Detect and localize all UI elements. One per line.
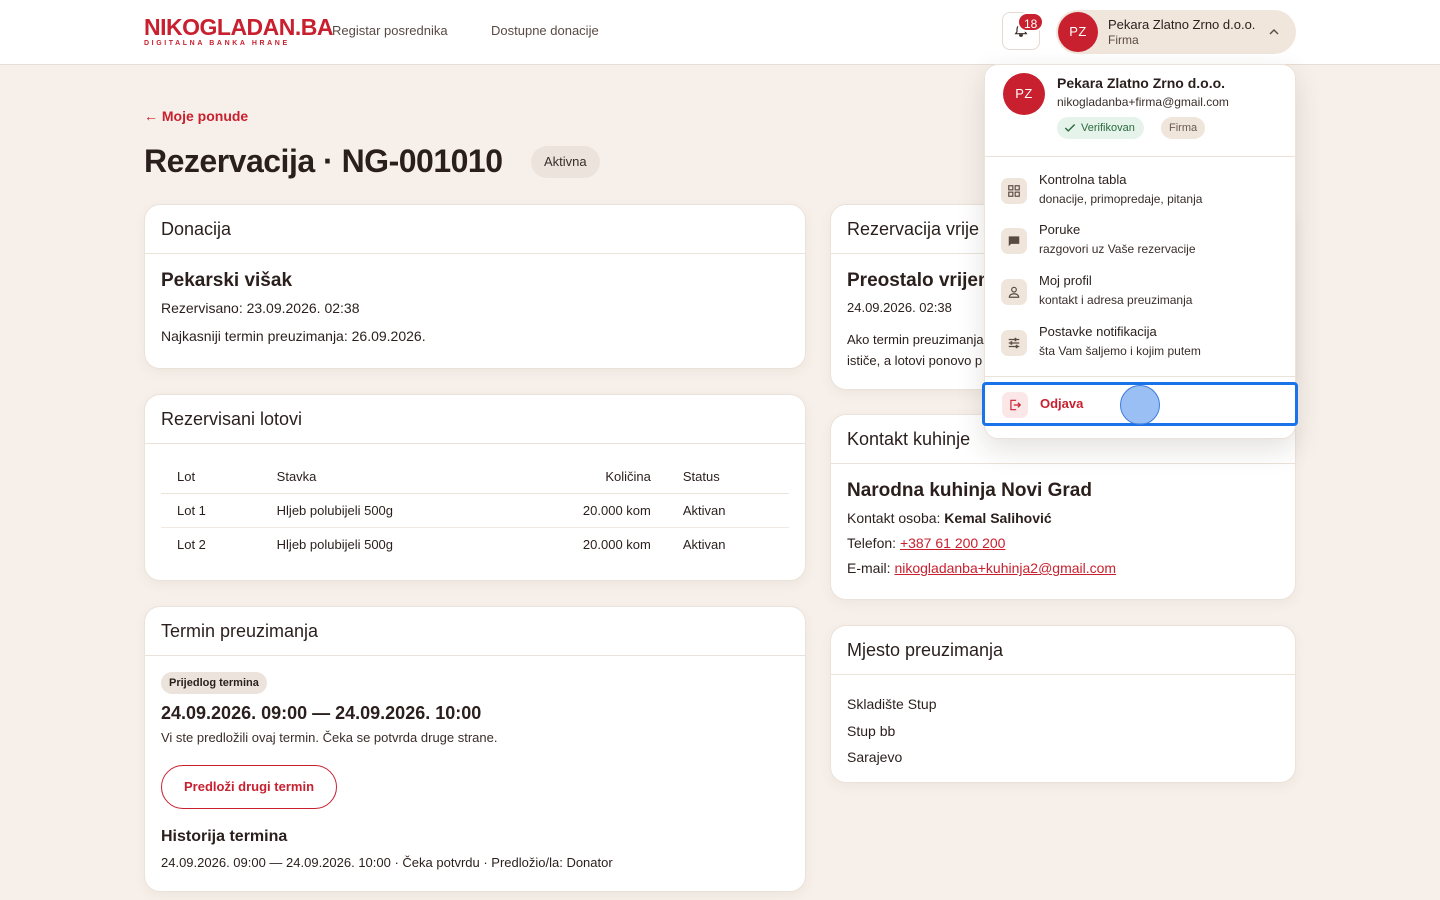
history-entry: 24.09.2026. 09:00 — 24.09.2026. 10:00 · …	[161, 855, 613, 870]
lots-card: Rezervisani lotovi Lot Stavka Količina S…	[144, 394, 806, 581]
column-header: Status	[666, 460, 789, 494]
menu-item-label: Poruke	[1039, 222, 1081, 237]
donation-card: Donacija Pekarski višak Rezervisano: 23.…	[144, 204, 806, 369]
table-row: Lot 2 Hljeb polubijeli 500g 20.000 kom A…	[161, 528, 789, 562]
user-dropdown-menu: PZ Pekara Zlatno Zrno d.o.o. nikogladanb…	[982, 64, 1298, 439]
menu-item-description: razgovori uz Vaše rezervacije	[1039, 242, 1196, 256]
user-name: Pekara Zlatno Zrno d.o.o.	[1108, 17, 1256, 32]
menu-item-messages[interactable]: Poruke razgovori uz Vaše rezervacije	[985, 216, 1295, 266]
history-title: Historija termina	[161, 828, 288, 845]
contact-person: Kontakt osoba: Kemal Salihović	[847, 510, 1279, 526]
term-time: 24.09.2026. 09:00 — 24.09.2026. 10:00	[161, 703, 482, 723]
user-role: Firma	[1108, 33, 1139, 47]
donation-name: Pekarski višak	[161, 270, 293, 291]
lot-cell: Lot 1	[161, 493, 261, 528]
menu-item-description: kontakt i adresa preuzimanja	[1039, 293, 1193, 307]
contact-label: Kontakt osoba:	[847, 510, 945, 526]
nav-link-registar[interactable]: Registar posrednika	[332, 23, 448, 38]
address-line: Sarajevo	[847, 749, 903, 765]
sliders-icon	[1001, 330, 1027, 356]
kitchen-contact-card: Kontakt kuhinje Narodna kuhinja Novi Gra…	[830, 414, 1296, 600]
email-link[interactable]: nikogladanba+kuhinja2@gmail.com	[894, 560, 1116, 576]
message-icon	[1001, 228, 1027, 254]
column-header: Lot	[161, 460, 261, 494]
role-badge: Firma	[1161, 117, 1206, 139]
card-title: Mjesto preuzimanja	[831, 626, 1295, 675]
contact-name: Kemal Salihović	[944, 510, 1052, 526]
nav-link-donacije[interactable]: Dostupne donacije	[491, 23, 599, 38]
card-title: Donacija	[145, 205, 805, 254]
dropdown-user-name: Pekara Zlatno Zrno d.o.o.	[1057, 75, 1226, 91]
quantity-cell: 20.000 kom	[503, 493, 667, 528]
verified-badge: Verifikovan	[1057, 117, 1144, 139]
quantity-cell: 20.000 kom	[582, 537, 651, 552]
dashboard-icon	[1001, 178, 1027, 204]
page-title: Rezervacija · NG-001010	[144, 143, 503, 179]
phone-link[interactable]: +387 61 200 200	[900, 535, 1006, 551]
reserved-date: Rezervisano: 23.09.2026. 02:38	[161, 300, 360, 316]
avatar: PZ	[1058, 12, 1098, 52]
column-header: Stavka	[260, 460, 504, 494]
logout-label: Odjava	[1040, 396, 1084, 411]
status-badge: Aktivna	[531, 146, 600, 178]
menu-item-description: donacije, primopredaje, pitanja	[1039, 192, 1203, 206]
lot-cell: Lot 2	[177, 537, 206, 552]
contact-email: E-mail: nikogladanba+kuhinja2@gmail.com	[847, 560, 1279, 576]
top-bar: NIKOGLADAN.BA DIGITALNA BANKA HRANE Regi…	[0, 0, 1440, 65]
person-icon	[1001, 279, 1027, 305]
menu-item-label: Postavke notifikacija	[1039, 324, 1157, 339]
menu-item-label: Moj profil	[1039, 273, 1092, 288]
contact-phone: Telefon: +387 61 200 200	[847, 535, 1279, 551]
pickup-term-card: Termin preuzimanja Prijedlog termina 24.…	[144, 606, 806, 892]
card-title: Termin preuzimanja	[145, 607, 805, 656]
menu-item-notification-settings[interactable]: Postavke notifikacija šta Vam šaljemo i …	[985, 318, 1295, 368]
status-cell: Aktivan	[682, 537, 726, 552]
phone-label: Telefon:	[847, 535, 900, 551]
logo-text: NIKOGLADAN.BA	[144, 14, 334, 40]
chevron-up-icon	[1269, 29, 1279, 35]
notifications-badge: 18	[1017, 12, 1045, 32]
dropdown-user-email: nikogladanba+firma@gmail.com	[1057, 95, 1229, 109]
pickup-place-card: Mjesto preuzimanja Skladište Stup Stup b…	[830, 625, 1296, 783]
user-menu-button[interactable]: PZ Pekara Zlatno Zrno d.o.o. Firma	[1056, 10, 1296, 54]
address-line: Skladište Stup	[847, 696, 937, 712]
status-cell: Aktivan	[666, 493, 789, 528]
propose-term-button[interactable]: Predloži drugi termin	[161, 765, 338, 809]
logo-tagline: DIGITALNA BANKA HRANE	[144, 40, 290, 47]
proposal-tag: Prijedlog termina	[161, 672, 267, 694]
table-row: Lot 1 Hljeb polubijeli 500g 20.000 kom A…	[161, 493, 789, 528]
menu-divider	[985, 376, 1295, 377]
item-cell: Hljeb polubijeli 500g	[276, 537, 394, 552]
dropdown-profile-header: PZ Pekara Zlatno Zrno d.o.o. nikogladanb…	[985, 65, 1295, 157]
verified-label: Verifikovan	[1081, 122, 1135, 134]
logout-icon	[1002, 392, 1028, 418]
menu-item-profile[interactable]: Moj profil kontakt i adresa preuzimanja	[985, 267, 1295, 317]
logo[interactable]: NIKOGLADAN.BA DIGITALNA BANKA HRANE	[144, 14, 334, 48]
email-label: E-mail:	[847, 560, 895, 576]
kitchen-name: Narodna kuhinja Novi Grad	[847, 480, 1092, 501]
latest-pickup: Najkasniji termin preuzimanja: 26.09.202…	[161, 328, 426, 344]
menu-item-description: šta Vam šaljemo i kojim putem	[1039, 344, 1201, 358]
address-line: Stup bb	[847, 722, 896, 739]
menu-item-dashboard[interactable]: Kontrolna tabla donacije, primopredaje, …	[985, 166, 1295, 216]
term-note: Vi ste predložili ovaj termin. Čeka se p…	[161, 730, 498, 745]
check-icon	[1064, 124, 1076, 132]
lots-table: Lot Stavka Količina Status Lot 1 Hljeb p…	[161, 460, 789, 561]
back-link[interactable]: ← Moje ponude	[144, 108, 248, 124]
avatar: PZ	[1003, 73, 1045, 115]
item-cell: Hljeb polubijeli 500g	[260, 493, 504, 528]
table-header-row: Lot Stavka Količina Status	[161, 460, 789, 494]
cursor-indicator	[1120, 385, 1160, 425]
column-header: Količina	[503, 460, 667, 494]
card-title: Rezervisani lotovi	[145, 395, 805, 444]
menu-item-label: Kontrolna tabla	[1039, 172, 1127, 187]
